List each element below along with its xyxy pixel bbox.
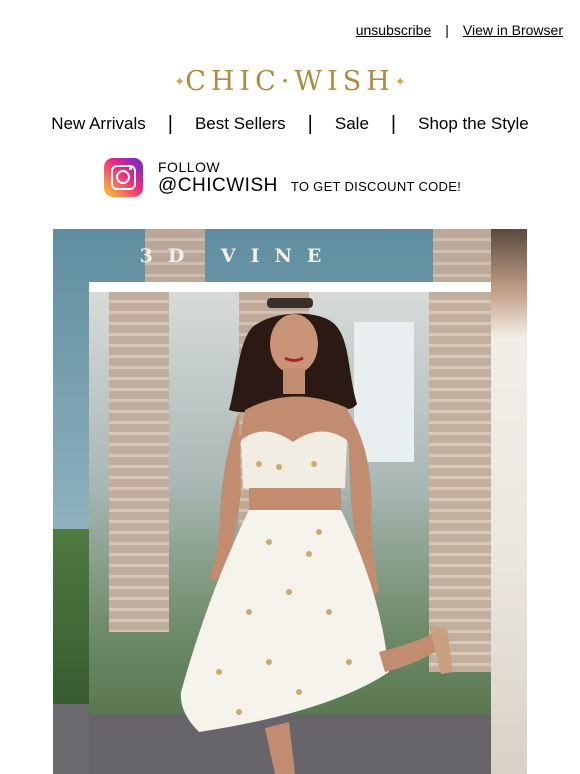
instagram-handle[interactable]: @CHICWISH	[158, 175, 278, 197]
main-nav: New Arrivals | Best Sellers | Sale | Sho…	[0, 114, 580, 134]
nav-shop-the-style[interactable]: Shop the Style	[418, 114, 529, 134]
instagram-follow-banner[interactable]: FOLLOW @CHICWISH TO GET DISCOUNT CODE!	[104, 158, 461, 197]
sparkle-icon: ✦	[394, 75, 406, 90]
side-photo-strip	[491, 229, 527, 774]
brand-logo-text: CHIC·WISH	[185, 66, 395, 97]
nav-separator: |	[307, 113, 313, 135]
model-figure	[180, 298, 453, 774]
nav-new-arrivals[interactable]: New Arrivals	[51, 114, 145, 134]
nav-sale[interactable]: Sale	[335, 114, 369, 134]
view-in-browser-link[interactable]: View in Browser	[463, 22, 563, 38]
hero-photo[interactable]	[89, 292, 491, 774]
sparkle-icon: ✦	[174, 75, 186, 90]
unsubscribe-link[interactable]: unsubscribe	[356, 22, 432, 38]
nav-best-sellers[interactable]: Best Sellers	[195, 114, 286, 134]
instagram-icon[interactable]	[104, 158, 143, 197]
hero-banner[interactable]: 3D VINE	[53, 229, 527, 774]
brand-logo[interactable]: ✦CHIC·WISH✦	[0, 66, 580, 97]
top-links: unsubscribe | View in Browser	[356, 22, 563, 38]
nav-separator: |	[167, 113, 173, 135]
hero-title: 3D VINE	[139, 245, 337, 267]
nav-separator: |	[390, 113, 397, 135]
follow-text: FOLLOW @CHICWISH TO GET DISCOUNT CODE!	[158, 159, 461, 197]
top-separator: |	[445, 22, 449, 38]
follow-label: FOLLOW	[158, 158, 221, 175]
discount-cta: TO GET DISCOUNT CODE!	[290, 178, 462, 194]
